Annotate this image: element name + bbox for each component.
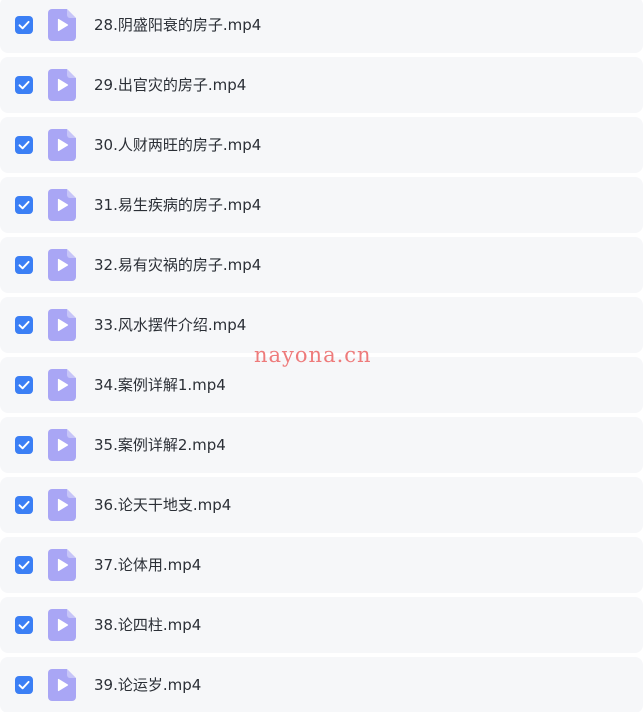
checkbox-checked[interactable] <box>15 316 33 334</box>
file-name[interactable]: 38.论四柱.mp4 <box>94 615 201 635</box>
video-file-icon <box>48 249 76 281</box>
checkbox-checked[interactable] <box>15 76 33 94</box>
check-icon <box>18 500 30 510</box>
file-row[interactable]: 30.人财两旺的房子.mp4 <box>0 117 643 173</box>
file-name[interactable]: 39.论运岁.mp4 <box>94 675 201 695</box>
file-row[interactable]: 37.论体用.mp4 <box>0 537 643 593</box>
file-row[interactable]: 29.出官灾的房子.mp4 <box>0 57 643 113</box>
video-file-icon <box>48 669 76 701</box>
video-file-icon <box>48 69 76 101</box>
file-name[interactable]: 29.出官灾的房子.mp4 <box>94 75 246 95</box>
checkbox-checked[interactable] <box>15 196 33 214</box>
file-row[interactable]: 31.易生疾病的房子.mp4 <box>0 177 643 233</box>
check-icon <box>18 200 30 210</box>
check-icon <box>18 320 30 330</box>
file-name[interactable]: 32.易有灾祸的房子.mp4 <box>94 255 261 275</box>
check-icon <box>18 620 30 630</box>
check-icon <box>18 140 30 150</box>
file-list: 28.阴盛阳衰的房子.mp4 29.出官灾的房子.mp4 30.人财两旺的房子.mp… <box>0 0 643 712</box>
checkbox-checked[interactable] <box>15 676 33 694</box>
check-icon <box>18 20 30 30</box>
file-row[interactable]: 39.论运岁.mp4 <box>0 657 643 712</box>
video-file-icon <box>48 369 76 401</box>
file-name[interactable]: 37.论体用.mp4 <box>94 555 201 575</box>
checkbox-checked[interactable] <box>15 496 33 514</box>
checkbox-checked[interactable] <box>15 16 33 34</box>
file-name[interactable]: 34.案例详解1.mp4 <box>94 375 226 395</box>
file-name[interactable]: 36.论天干地支.mp4 <box>94 495 231 515</box>
checkbox-checked[interactable] <box>15 556 33 574</box>
checkbox-checked[interactable] <box>15 616 33 634</box>
video-file-icon <box>48 609 76 641</box>
video-file-icon <box>48 9 76 41</box>
file-name[interactable]: 35.案例详解2.mp4 <box>94 435 226 455</box>
check-icon <box>18 380 30 390</box>
file-name[interactable]: 33.风水摆件介绍.mp4 <box>94 315 246 335</box>
check-icon <box>18 260 30 270</box>
video-file-icon <box>48 129 76 161</box>
file-row[interactable]: 32.易有灾祸的房子.mp4 <box>0 237 643 293</box>
file-name[interactable]: 31.易生疾病的房子.mp4 <box>94 195 261 215</box>
video-file-icon <box>48 489 76 521</box>
file-row[interactable]: 34.案例详解1.mp4 <box>0 357 643 413</box>
checkbox-checked[interactable] <box>15 256 33 274</box>
video-file-icon <box>48 189 76 221</box>
check-icon <box>18 680 30 690</box>
file-row[interactable]: 36.论天干地支.mp4 <box>0 477 643 533</box>
video-file-icon <box>48 549 76 581</box>
check-icon <box>18 440 30 450</box>
file-name[interactable]: 30.人财两旺的房子.mp4 <box>94 135 261 155</box>
video-file-icon <box>48 309 76 341</box>
check-icon <box>18 80 30 90</box>
file-row[interactable]: 38.论四柱.mp4 <box>0 597 643 653</box>
file-row[interactable]: 28.阴盛阳衰的房子.mp4 <box>0 0 643 53</box>
file-row[interactable]: 33.风水摆件介绍.mp4 <box>0 297 643 353</box>
video-file-icon <box>48 429 76 461</box>
file-row[interactable]: 35.案例详解2.mp4 <box>0 417 643 473</box>
checkbox-checked[interactable] <box>15 376 33 394</box>
file-name[interactable]: 28.阴盛阳衰的房子.mp4 <box>94 15 261 35</box>
checkbox-checked[interactable] <box>15 136 33 154</box>
check-icon <box>18 560 30 570</box>
checkbox-checked[interactable] <box>15 436 33 454</box>
